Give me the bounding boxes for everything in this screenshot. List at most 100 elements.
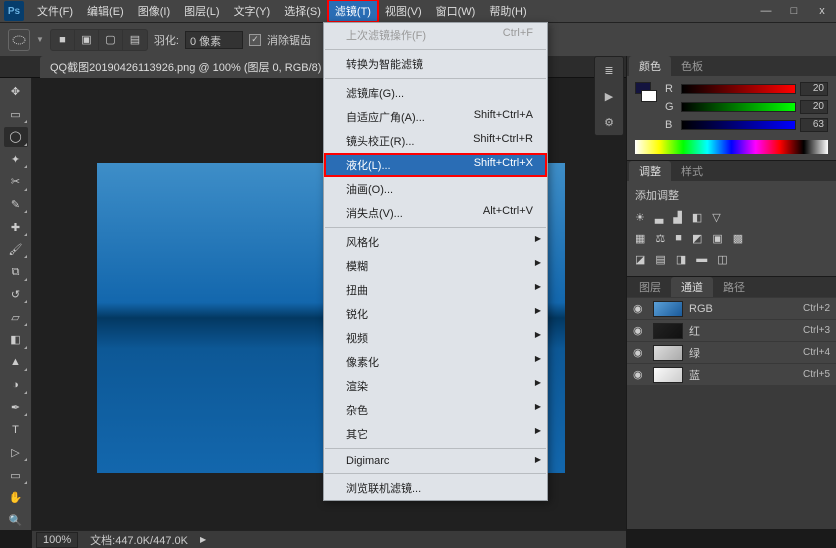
r-value[interactable]: 20	[800, 82, 828, 96]
g-slider[interactable]	[681, 102, 796, 112]
crop-tool[interactable]: ✂	[4, 172, 28, 192]
shape-tool[interactable]: ▭	[4, 465, 28, 485]
tab-swatches[interactable]: 色板	[671, 56, 713, 76]
close-button[interactable]: x	[808, 0, 836, 22]
fg-bg-swatch[interactable]	[635, 82, 657, 136]
channel-row[interactable]: ◉蓝Ctrl+5	[627, 363, 836, 385]
tab-channels[interactable]: 通道	[671, 277, 713, 297]
actions-icon[interactable]: ▶	[600, 87, 618, 105]
visibility-eye-icon[interactable]: ◉	[633, 302, 647, 315]
menu-item-[interactable]: 渲染	[324, 374, 547, 398]
history-icon[interactable]: ≣	[600, 61, 618, 79]
marquee-tool[interactable]: ▭	[4, 105, 28, 125]
menu-image[interactable]: 图像(I)	[131, 0, 177, 22]
adjust-posterize-icon[interactable]: ▤	[655, 253, 665, 266]
menu-window[interactable]: 窗口(W)	[429, 0, 483, 22]
menu-item-[interactable]: 浏览联机滤镜...	[324, 476, 547, 500]
menu-item-a[interactable]: 自适应广角(A)...Shift+Ctrl+A	[324, 105, 547, 129]
adjust-mixer-icon[interactable]: ▣	[712, 232, 722, 245]
doc-info-chevron-icon[interactable]: ▶	[200, 535, 206, 544]
g-value[interactable]: 20	[800, 100, 828, 114]
magic-wand-tool[interactable]: ✦	[4, 150, 28, 170]
tool-preset-icon[interactable]	[8, 29, 30, 51]
tab-adjustments[interactable]: 调整	[629, 161, 671, 181]
b-value[interactable]: 63	[800, 118, 828, 132]
adjust-lookup-icon[interactable]: ▩	[733, 232, 743, 245]
menu-layer[interactable]: 图层(L)	[177, 0, 226, 22]
adjust-hue-icon[interactable]: ▦	[635, 232, 645, 245]
feather-input[interactable]: 0 像素	[185, 31, 243, 49]
adjust-brightness-icon[interactable]: ☀	[635, 211, 645, 224]
move-tool[interactable]: ✥	[4, 82, 28, 102]
menu-item-[interactable]: 风格化	[324, 230, 547, 254]
adjust-selective-icon[interactable]: ◫	[717, 253, 727, 266]
menu-item-o[interactable]: 油画(O)...	[324, 177, 547, 201]
lasso-tool[interactable]: ◯	[4, 127, 28, 147]
gradient-tool[interactable]: ◧	[4, 330, 28, 350]
menu-item-g[interactable]: 滤镜库(G)...	[324, 81, 547, 105]
menu-item-[interactable]: 锐化	[324, 302, 547, 326]
adjust-vibrance-icon[interactable]: ▽	[712, 211, 720, 224]
zoom-tool[interactable]: 🔍	[4, 510, 28, 530]
minimize-button[interactable]: —	[752, 0, 780, 22]
brush-tool[interactable]: 🖌	[4, 240, 28, 260]
adjust-threshold-icon[interactable]: ◨	[676, 253, 686, 266]
selection-subtract-button[interactable]: ▢	[99, 30, 123, 50]
b-slider[interactable]	[681, 120, 796, 130]
adjust-curves-icon[interactable]: ▟	[673, 211, 681, 224]
properties-icon[interactable]: ⚙	[600, 113, 618, 131]
channel-row[interactable]: ◉红Ctrl+3	[627, 319, 836, 341]
menu-item-r[interactable]: 镜头校正(R)...Shift+Ctrl+R	[324, 129, 547, 153]
adjust-photo-filter-icon[interactable]: ◩	[692, 232, 702, 245]
menu-edit[interactable]: 编辑(E)	[80, 0, 131, 22]
antialias-checkbox[interactable]: ✓	[249, 34, 261, 46]
menu-item-[interactable]: 扭曲	[324, 278, 547, 302]
tab-styles[interactable]: 样式	[671, 161, 713, 181]
adjust-bw-icon[interactable]: ■	[675, 232, 682, 245]
adjust-balance-icon[interactable]: ⚖	[655, 232, 665, 245]
menu-filter[interactable]: 滤镜(T)	[328, 0, 378, 22]
adjust-gradient-map-icon[interactable]: ▬	[696, 253, 707, 266]
menu-view[interactable]: 视图(V)	[378, 0, 429, 22]
dodge-tool[interactable]: ◑	[4, 375, 28, 395]
tab-paths[interactable]: 路径	[713, 277, 755, 297]
menu-file[interactable]: 文件(F)	[30, 0, 80, 22]
menu-help[interactable]: 帮助(H)	[482, 0, 533, 22]
zoom-level[interactable]: 100%	[36, 532, 78, 548]
maximize-button[interactable]: □	[780, 0, 808, 22]
menu-item-[interactable]: 模糊	[324, 254, 547, 278]
healing-tool[interactable]: ✚	[4, 217, 28, 237]
r-slider[interactable]	[681, 84, 796, 94]
history-brush-tool[interactable]: ↺	[4, 285, 28, 305]
document-tab[interactable]: QQ截图20190426113926.png @ 100% (图层 0, RGB…	[40, 56, 344, 78]
hand-tool[interactable]: ✋	[4, 488, 28, 508]
tab-color[interactable]: 颜色	[629, 56, 671, 76]
menu-select[interactable]: 选择(S)	[277, 0, 328, 22]
channel-row[interactable]: ◉绿Ctrl+4	[627, 341, 836, 363]
stamp-tool[interactable]: ⧉	[4, 262, 28, 282]
tab-layers[interactable]: 图层	[629, 277, 671, 297]
menu-item-[interactable]: 杂色	[324, 398, 547, 422]
menu-item-digimarc[interactable]: Digimarc	[324, 451, 547, 471]
visibility-eye-icon[interactable]: ◉	[633, 346, 647, 359]
menu-type[interactable]: 文字(Y)	[227, 0, 278, 22]
visibility-eye-icon[interactable]: ◉	[633, 324, 647, 337]
menu-item-l[interactable]: 液化(L)...Shift+Ctrl+X	[324, 153, 547, 177]
menu-item-v[interactable]: 消失点(V)...Alt+Ctrl+V	[324, 201, 547, 225]
eraser-tool[interactable]: ▱	[4, 307, 28, 327]
selection-add-button[interactable]: ▣	[75, 30, 99, 50]
menu-item-[interactable]: 像素化	[324, 350, 547, 374]
color-spectrum[interactable]	[635, 140, 828, 154]
menu-item-[interactable]: 视频	[324, 326, 547, 350]
adjust-invert-icon[interactable]: ◪	[635, 253, 645, 266]
blur-tool[interactable]: ▲	[4, 353, 28, 373]
eyedropper-tool[interactable]: ✎	[4, 195, 28, 215]
chevron-down-icon[interactable]: ▼	[36, 35, 44, 44]
selection-intersect-button[interactable]: ▤	[123, 30, 147, 50]
selection-new-button[interactable]: ■	[51, 30, 75, 50]
pen-tool[interactable]: ✒	[4, 398, 28, 418]
adjust-exposure-icon[interactable]: ◧	[692, 211, 702, 224]
path-select-tool[interactable]: ▷	[4, 443, 28, 463]
menu-item-[interactable]: 其它	[324, 422, 547, 446]
channel-row[interactable]: ◉RGBCtrl+2	[627, 297, 836, 319]
